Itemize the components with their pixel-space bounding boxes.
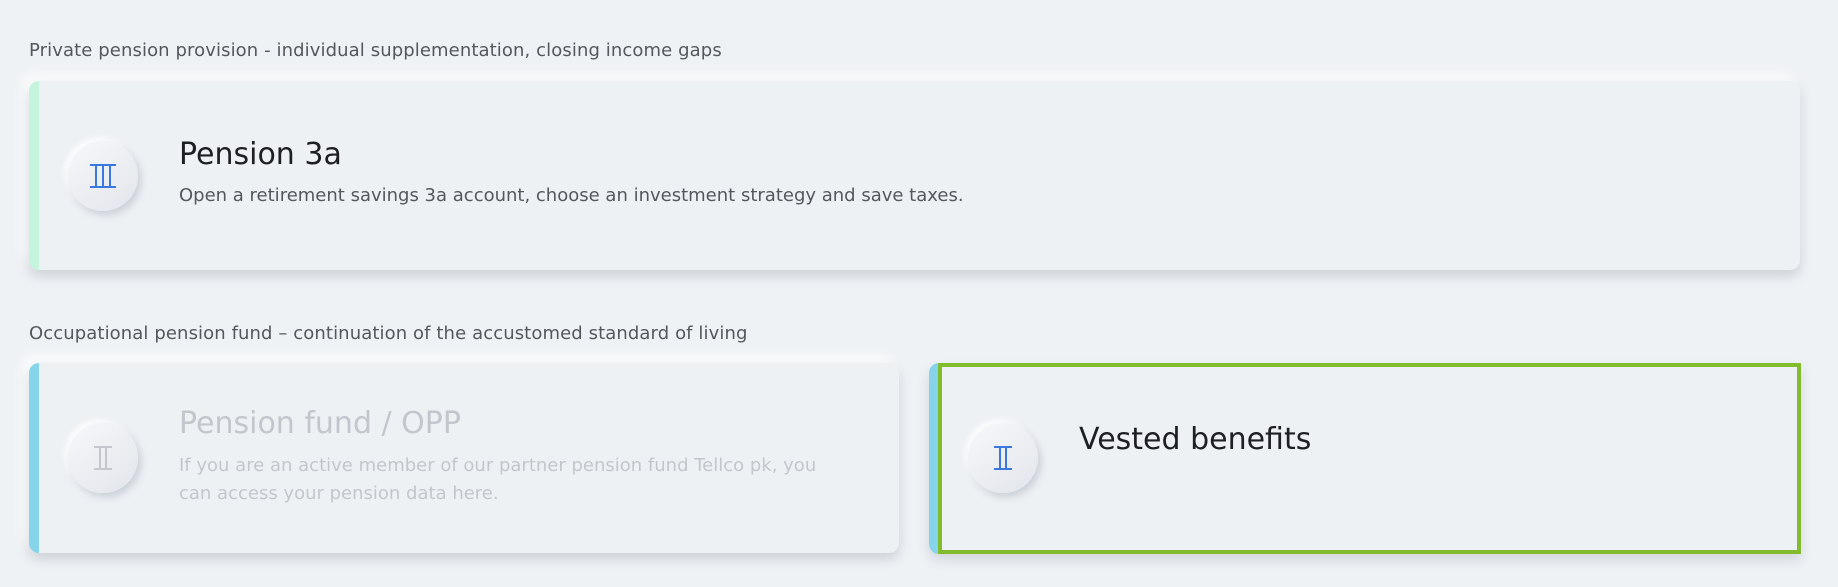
pillar-3-icon	[68, 141, 138, 211]
card-description: Open a retirement savings 3a account, ch…	[179, 185, 964, 206]
card-description: If you are an active member of our partn…	[179, 455, 817, 504]
focus-outline	[938, 363, 1801, 554]
section-title-occupational-pension: Occupational pension fund – continuation…	[29, 323, 748, 344]
pension-fund-opp-card: Pension fund / OPP If you are an active …	[29, 363, 899, 553]
pillar-2-icon	[68, 423, 138, 493]
vested-benefits-card[interactable]: Vested benefits	[929, 363, 1801, 554]
card-accent-bar	[29, 363, 39, 553]
card-title: Pension 3a	[179, 137, 342, 172]
card-title: Vested benefits	[1079, 422, 1312, 457]
pillar-2-icon	[968, 423, 1038, 493]
pension-3a-card[interactable]: Pension 3a Open a retirement savings 3a …	[29, 81, 1800, 270]
card-title: Pension fund / OPP	[179, 406, 461, 441]
section-title-private-pension: Private pension provision - individual s…	[29, 40, 722, 61]
card-accent-bar	[929, 363, 939, 554]
card-accent-bar	[29, 81, 39, 270]
